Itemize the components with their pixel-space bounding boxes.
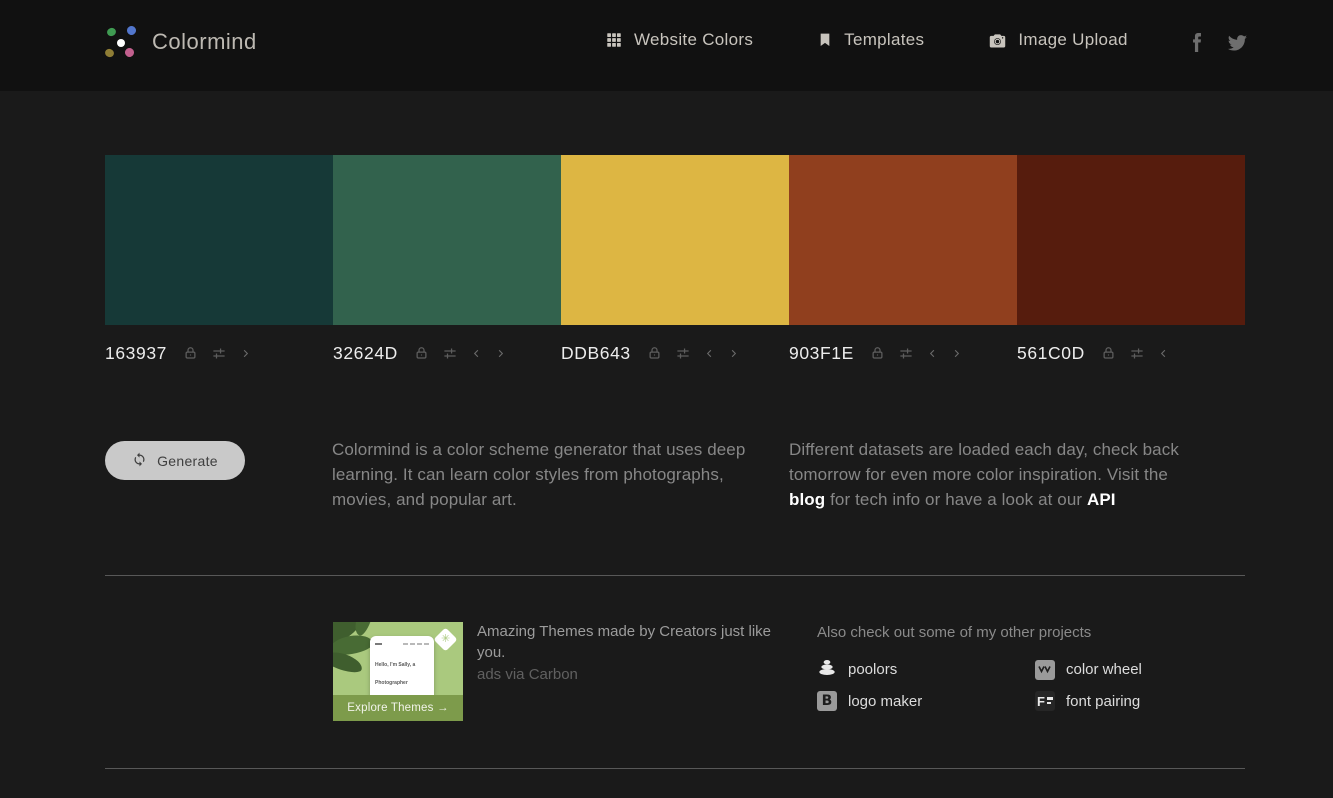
- color-swatch-3[interactable]: [561, 155, 789, 325]
- generate-button-label: Generate: [157, 453, 218, 469]
- font-pairing-icon: F: [1035, 691, 1055, 711]
- lock-icon[interactable]: [183, 345, 198, 361]
- palette: 163937 32624D DDB643: [105, 155, 1245, 364]
- twitter-icon[interactable]: [1228, 35, 1247, 56]
- datasets-text-1: Different datasets are loaded each day, …: [789, 440, 1179, 484]
- hex-label[interactable]: 561C0D: [1017, 343, 1085, 364]
- project-label: poolors: [848, 661, 897, 678]
- colormind-app: Colormind Website Colors Templates Image…: [0, 0, 1333, 798]
- swatch-column-5: 561C0D: [1017, 155, 1245, 364]
- lock-icon[interactable]: [647, 345, 662, 361]
- price-tag-icon: ✳: [433, 627, 457, 651]
- bookmark-icon: [817, 31, 833, 49]
- sync-icon: [132, 452, 147, 470]
- hex-label[interactable]: 32624D: [333, 343, 398, 364]
- nav-website-colors[interactable]: Website Colors: [605, 30, 753, 50]
- project-label: color wheel: [1066, 661, 1142, 678]
- adjust-sliders-icon[interactable]: [1129, 346, 1145, 361]
- color-swatch-4[interactable]: [789, 155, 1017, 325]
- section-divider-bottom: [105, 768, 1245, 769]
- swatch-column-3: DDB643: [561, 155, 789, 364]
- lock-icon[interactable]: [870, 345, 885, 361]
- lock-icon[interactable]: [1101, 345, 1116, 361]
- section-divider-top: [105, 575, 1245, 576]
- move-left-icon[interactable]: [471, 347, 482, 360]
- swatch-controls-2: 32624D: [333, 342, 561, 364]
- color-wheel-icon: [1035, 660, 1055, 680]
- brand-name: Colormind: [152, 29, 257, 55]
- swatch-controls-5: 561C0D: [1017, 342, 1245, 364]
- facebook-icon[interactable]: [1192, 33, 1202, 57]
- logo-maker-icon: B: [817, 691, 837, 711]
- generate-button[interactable]: Generate: [105, 441, 245, 480]
- main-nav: Website Colors Templates Image Upload: [605, 30, 1128, 50]
- brand-home-link[interactable]: Colormind: [104, 24, 257, 60]
- project-link-poolors[interactable]: poolors: [817, 657, 1035, 682]
- color-swatch-1[interactable]: [105, 155, 333, 325]
- ad-attribution-link[interactable]: ads via Carbon: [477, 666, 777, 683]
- color-swatch-5[interactable]: [1017, 155, 1245, 325]
- color-swatch-2[interactable]: [333, 155, 561, 325]
- move-right-icon[interactable]: [951, 347, 962, 360]
- move-left-icon[interactable]: [1158, 347, 1169, 360]
- move-right-icon[interactable]: [728, 347, 739, 360]
- hex-label[interactable]: 163937: [105, 343, 167, 364]
- other-projects: Also check out some of my other projects…: [817, 624, 1247, 711]
- adjust-sliders-icon[interactable]: [898, 346, 914, 361]
- camera-icon: [988, 32, 1007, 49]
- nav-templates[interactable]: Templates: [817, 30, 924, 50]
- adjust-sliders-icon[interactable]: [442, 346, 458, 361]
- adjust-sliders-icon[interactable]: [675, 346, 691, 361]
- colormind-logo-icon: [104, 24, 138, 60]
- poolors-icon: [817, 657, 837, 682]
- datasets-text-2: for tech info or have a look at our: [825, 490, 1087, 509]
- adjust-sliders-icon[interactable]: [211, 346, 227, 361]
- carbon-ad-image[interactable]: ✳ Hello, I'm Sally, a Photographer Explo…: [333, 622, 463, 721]
- ad-cta[interactable]: Explore Themes →: [333, 695, 463, 721]
- project-link-logo-maker[interactable]: B logo maker: [817, 691, 1035, 711]
- nav-image-upload[interactable]: Image Upload: [988, 30, 1127, 50]
- swatch-controls-1: 163937: [105, 342, 333, 364]
- ad-tablet-text: Hello, I'm Sally, a Photographer: [375, 662, 415, 686]
- about-paragraph: Colormind is a color scheme generator th…: [332, 437, 767, 512]
- hex-label[interactable]: 903F1E: [789, 343, 854, 364]
- swatch-column-2: 32624D: [333, 155, 561, 364]
- swatch-column-1: 163937: [105, 155, 333, 364]
- lock-icon[interactable]: [414, 345, 429, 361]
- grid-icon: [605, 31, 623, 49]
- project-label: font pairing: [1066, 693, 1140, 710]
- hex-label[interactable]: DDB643: [561, 343, 631, 364]
- projects-heading: Also check out some of my other projects: [817, 624, 1247, 641]
- header: Colormind Website Colors Templates Image…: [0, 0, 1333, 91]
- nav-templates-label: Templates: [844, 30, 924, 50]
- move-left-icon[interactable]: [927, 347, 938, 360]
- nav-website-colors-label: Website Colors: [634, 30, 753, 50]
- projects-grid: poolors color wheel B logo maker F font …: [817, 657, 1247, 711]
- project-link-font-pairing[interactable]: F font pairing: [1035, 691, 1247, 711]
- project-label: logo maker: [848, 693, 922, 710]
- nav-image-upload-label: Image Upload: [1018, 30, 1127, 50]
- api-link[interactable]: API: [1087, 490, 1116, 509]
- ad-headline-link[interactable]: Amazing Themes made by Creators just lik…: [477, 621, 777, 663]
- ad-copy: Amazing Themes made by Creators just lik…: [477, 621, 777, 683]
- project-link-color-wheel[interactable]: color wheel: [1035, 657, 1247, 682]
- blog-link[interactable]: blog: [789, 490, 825, 509]
- swatch-controls-3: DDB643: [561, 342, 789, 364]
- move-left-icon[interactable]: [704, 347, 715, 360]
- swatch-column-4: 903F1E: [789, 155, 1017, 364]
- social-links: [1192, 33, 1247, 57]
- move-right-icon[interactable]: [240, 347, 251, 360]
- move-right-icon[interactable]: [495, 347, 506, 360]
- swatch-controls-4: 903F1E: [789, 342, 1017, 364]
- datasets-paragraph: Different datasets are loaded each day, …: [789, 437, 1191, 512]
